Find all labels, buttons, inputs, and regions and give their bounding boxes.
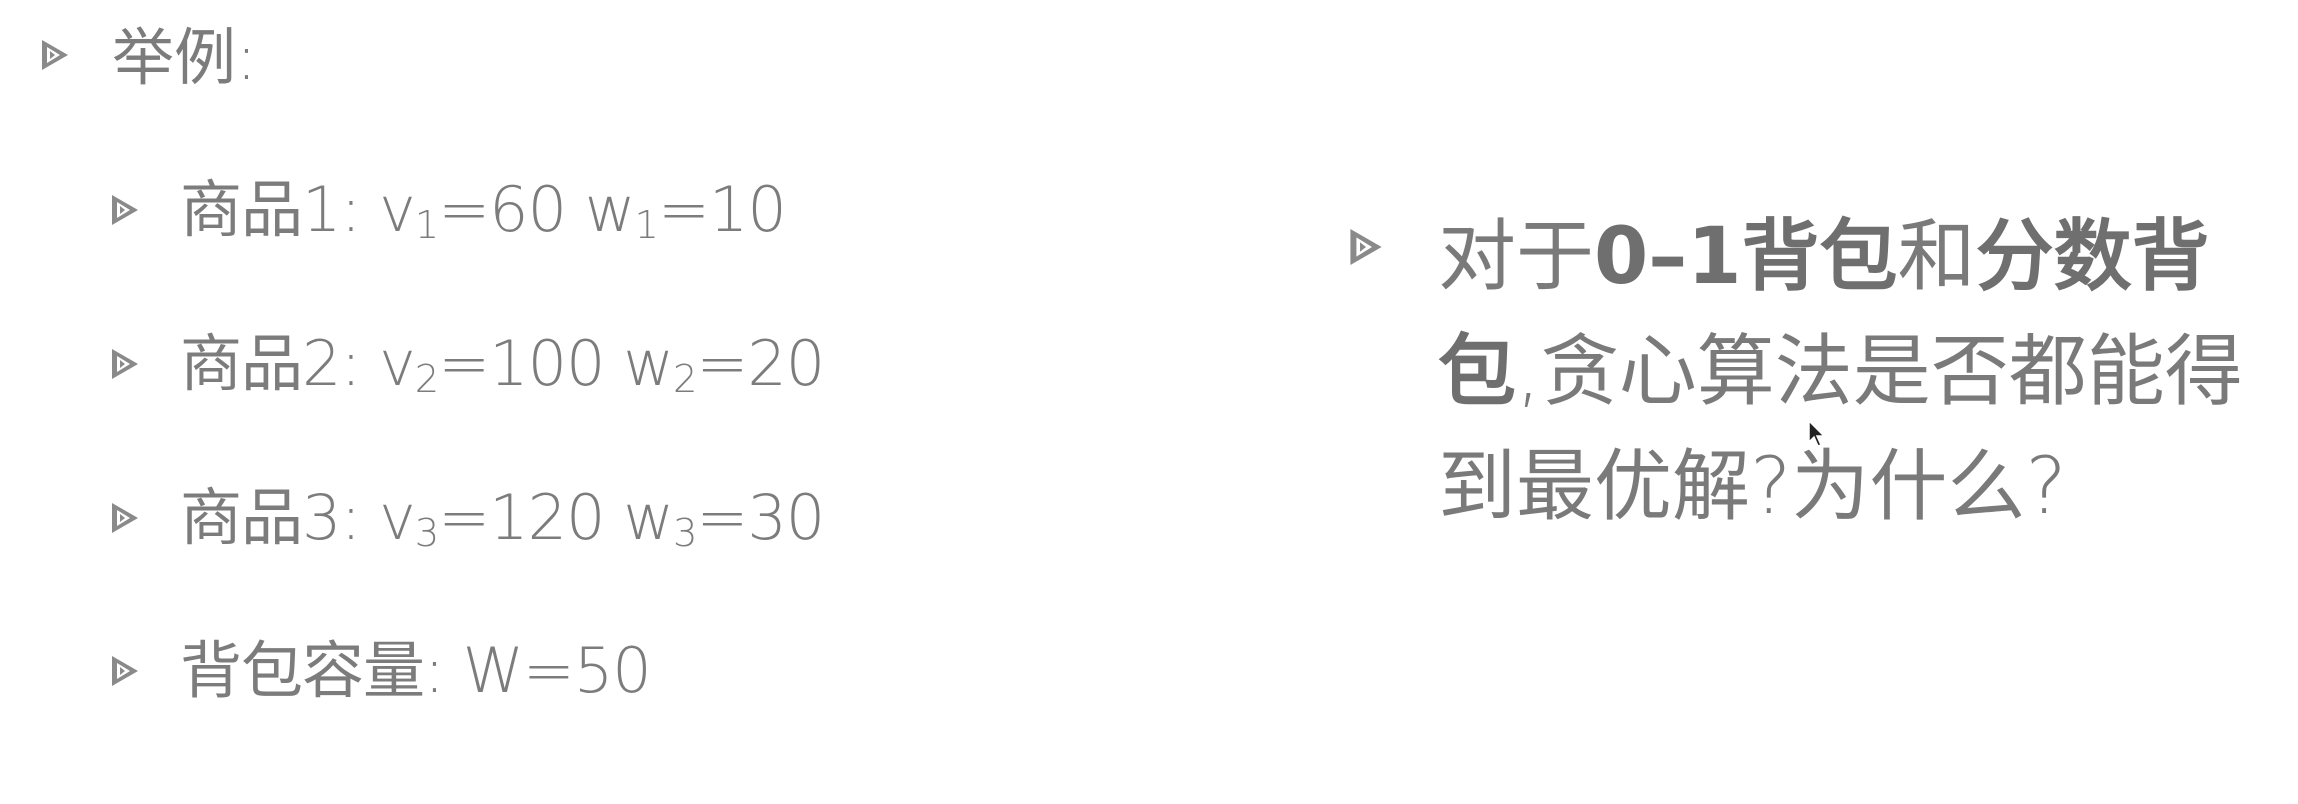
value-symbol: v bbox=[379, 481, 416, 554]
item-label: 商品3: bbox=[180, 481, 361, 554]
weight-subscript: 3 bbox=[672, 510, 697, 556]
question-mid: 和 bbox=[1897, 212, 1976, 302]
weight-symbol: w bbox=[623, 327, 674, 400]
value-amount: =120 bbox=[438, 481, 605, 554]
weight-symbol: w bbox=[623, 481, 674, 554]
bullet-arrow-icon bbox=[112, 656, 138, 686]
weight-subscript: 1 bbox=[634, 202, 659, 248]
question-suffix: ,贪心算法是否都能得到最优解?为什么? bbox=[1438, 327, 2243, 532]
capacity-value: W=50 bbox=[462, 634, 652, 707]
bullet-arrow-icon bbox=[112, 349, 138, 379]
weight-amount: =20 bbox=[696, 327, 825, 400]
bullet-arrow-icon bbox=[112, 195, 138, 225]
value-amount: =100 bbox=[438, 327, 605, 400]
weight-amount: =10 bbox=[657, 173, 787, 246]
weight-subscript: 2 bbox=[672, 356, 697, 402]
capacity-label: 背包容量: bbox=[180, 634, 445, 707]
value-subscript: 2 bbox=[414, 356, 439, 402]
weight-amount: =30 bbox=[696, 481, 825, 554]
value-subscript: 3 bbox=[414, 510, 439, 556]
bullet-arrow-icon bbox=[112, 503, 138, 533]
value-amount: =60 bbox=[438, 173, 567, 246]
question-text: 对于0–1背包和分数背包,贪心算法是否都能得到最优解?为什么? bbox=[1438, 200, 2278, 545]
question-prefix: 对于 bbox=[1438, 212, 1595, 302]
mouse-cursor-icon bbox=[1808, 420, 1826, 447]
example-heading: 举例: bbox=[112, 21, 257, 94]
list-item-capacity: 背包容量: W=50 bbox=[180, 631, 652, 711]
question-bold-01-knapsack: 0–1背包 bbox=[1594, 212, 1898, 302]
weight-symbol: w bbox=[584, 173, 636, 246]
value-symbol: v bbox=[379, 327, 416, 400]
item-label: 商品1: bbox=[180, 173, 361, 246]
value-subscript: 1 bbox=[414, 202, 439, 248]
bullet-arrow-icon bbox=[1350, 229, 1382, 265]
list-item-product-2: 商品2: v2=100 w2=20 bbox=[180, 324, 825, 404]
list-item-product-1: 商品1: v1=60 w1=10 bbox=[180, 170, 787, 250]
value-symbol: v bbox=[379, 173, 416, 246]
list-item-product-3: 商品3: v3=120 w3=30 bbox=[180, 478, 825, 558]
item-label: 商品2: bbox=[180, 327, 361, 400]
bullet-arrow-icon bbox=[42, 40, 68, 70]
